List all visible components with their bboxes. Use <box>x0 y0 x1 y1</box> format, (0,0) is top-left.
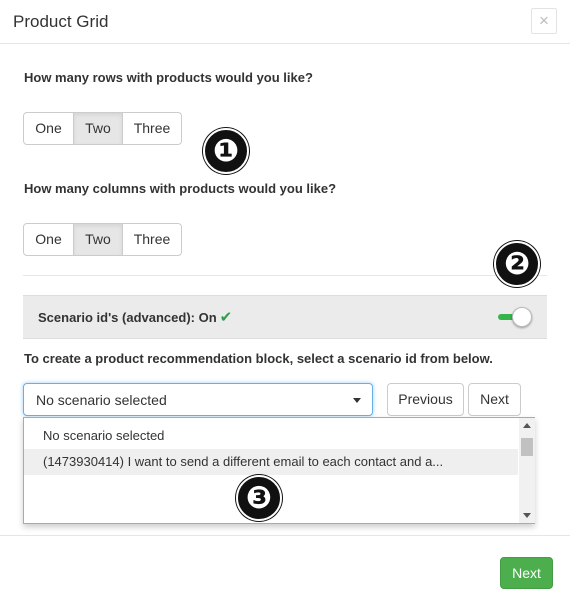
columns-button-group: One Two Three <box>23 223 182 256</box>
scenario-label: Scenario id's (advanced): On ✔ <box>38 308 232 326</box>
modal-title: Product Grid <box>13 12 109 31</box>
scenario-label-text: Scenario id's (advanced): On <box>38 310 217 325</box>
modal-header: Product Grid × <box>0 0 570 44</box>
rows-option-three[interactable]: Three <box>122 112 182 145</box>
rows-option-one[interactable]: One <box>23 112 74 145</box>
scenario-toggle[interactable] <box>498 306 534 328</box>
close-button[interactable]: × <box>531 8 557 34</box>
dropdown-option[interactable]: (1473930414) I want to send a different … <box>24 449 518 475</box>
dropdown-option[interactable]: No scenario selected <box>24 423 518 449</box>
callout-badge-1: ❶ <box>203 128 249 174</box>
section-divider <box>23 275 547 276</box>
dropdown-scrollbar[interactable] <box>519 418 535 523</box>
instruction-text: To create a product recommendation block… <box>24 351 493 366</box>
scenario-bar: Scenario id's (advanced): On ✔ <box>23 295 547 339</box>
columns-option-one[interactable]: One <box>23 223 74 256</box>
columns-question-label: How many columns with products would you… <box>24 181 337 196</box>
scenario-select-value: No scenario selected <box>36 392 167 408</box>
scroll-down-icon[interactable] <box>523 513 531 518</box>
scenario-select[interactable]: No scenario selected <box>23 383 373 416</box>
previous-button[interactable]: Previous <box>387 383 464 416</box>
scroll-up-icon[interactable] <box>523 423 531 428</box>
columns-option-two[interactable]: Two <box>73 223 123 256</box>
next-button[interactable]: Next <box>468 383 521 416</box>
callout-badge-3: ❸ <box>236 475 282 521</box>
rows-option-two[interactable]: Two <box>73 112 123 145</box>
rows-button-group: One Two Three <box>23 112 182 145</box>
toggle-knob[interactable] <box>512 307 532 327</box>
modal-footer: Next <box>0 535 570 604</box>
check-icon: ✔ <box>219 309 233 326</box>
chevron-down-icon <box>353 398 361 403</box>
rows-question-label: How many rows with products would you li… <box>24 70 313 85</box>
product-grid-modal: Product Grid × How many rows with produc… <box>0 0 570 604</box>
scroll-thumb[interactable] <box>521 438 533 456</box>
footer-next-button[interactable]: Next <box>500 557 553 589</box>
callout-badge-2: ❷ <box>494 241 540 287</box>
columns-option-three[interactable]: Three <box>122 223 182 256</box>
